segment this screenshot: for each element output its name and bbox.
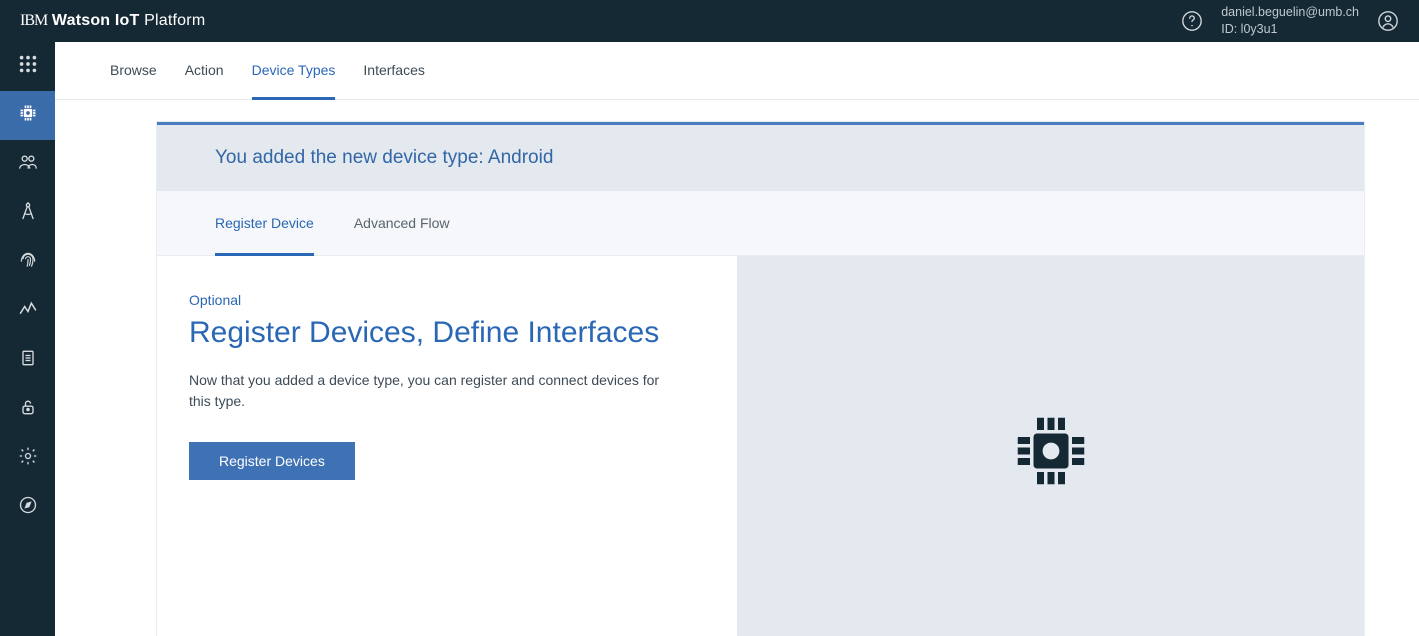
sidebar-devices[interactable] — [0, 91, 55, 140]
compass-icon — [18, 495, 38, 520]
top-header: IBM Watson IoT Platform daniel.beguelin@… — [0, 0, 1419, 42]
user-info: daniel.beguelin@umb.ch ID: l0y3u1 — [1221, 4, 1359, 38]
brand: IBM Watson IoT Platform — [20, 12, 205, 30]
brand-suffix: Platform — [144, 12, 205, 29]
sidebar — [0, 42, 55, 636]
chip-illustration-icon — [1009, 409, 1093, 498]
lock-icon — [18, 397, 38, 422]
compass-tool-icon — [18, 201, 38, 226]
sidebar-apps[interactable] — [0, 42, 55, 91]
document-icon — [18, 348, 38, 373]
card-body: Optional Register Devices, Define Interf… — [157, 256, 1364, 636]
chip-icon — [18, 103, 38, 128]
org-id: ID: l0y3u1 — [1221, 21, 1359, 38]
card-right-pane — [737, 256, 1364, 636]
sidebar-apps2[interactable] — [0, 189, 55, 238]
top-tabs: Browse Action Device Types Interfaces — [55, 42, 1419, 100]
tab-action[interactable]: Action — [185, 42, 224, 100]
section-description: Now that you added a device type, you ca… — [189, 370, 679, 412]
tab-browse[interactable]: Browse — [110, 42, 157, 100]
topbar-right: daniel.beguelin@umb.ch ID: l0y3u1 — [1181, 4, 1399, 38]
card-banner: You added the new device type: Android — [157, 125, 1364, 191]
card-subtabs: Register Device Advanced Flow — [157, 191, 1364, 256]
brand-prefix: IBM — [20, 12, 47, 29]
people-icon — [18, 152, 38, 177]
user-email: daniel.beguelin@umb.ch — [1221, 4, 1359, 21]
user-icon[interactable] — [1377, 10, 1399, 32]
card-container: You added the new device type: Android R… — [55, 100, 1419, 636]
subtab-advanced-flow[interactable]: Advanced Flow — [354, 191, 450, 256]
gear-icon — [18, 446, 38, 471]
tab-device-types[interactable]: Device Types — [252, 42, 336, 100]
sidebar-settings[interactable] — [0, 434, 55, 483]
sidebar-lock[interactable] — [0, 385, 55, 434]
optional-label: Optional — [189, 292, 707, 308]
sidebar-explore[interactable] — [0, 483, 55, 532]
sidebar-members[interactable] — [0, 140, 55, 189]
brand-text: IBM Watson IoT Platform — [20, 12, 205, 30]
tab-interfaces[interactable]: Interfaces — [363, 42, 424, 100]
card-left-pane: Optional Register Devices, Define Interf… — [157, 256, 737, 636]
section-title: Register Devices, Define Interfaces — [189, 314, 707, 352]
register-devices-button[interactable]: Register Devices — [189, 442, 355, 480]
subtab-register-device[interactable]: Register Device — [215, 191, 314, 256]
banner-text: You added the new device type: Android — [215, 147, 1306, 169]
sidebar-security[interactable] — [0, 238, 55, 287]
sidebar-rules[interactable] — [0, 336, 55, 385]
brand-bold: Watson IoT — [52, 12, 140, 29]
card: You added the new device type: Android R… — [157, 122, 1364, 636]
activity-icon — [18, 299, 38, 324]
help-icon[interactable] — [1181, 10, 1203, 32]
sidebar-usage[interactable] — [0, 287, 55, 336]
grid-icon — [17, 53, 39, 80]
fingerprint-icon — [18, 250, 38, 275]
main-content: Browse Action Device Types Interfaces Yo… — [55, 42, 1419, 636]
